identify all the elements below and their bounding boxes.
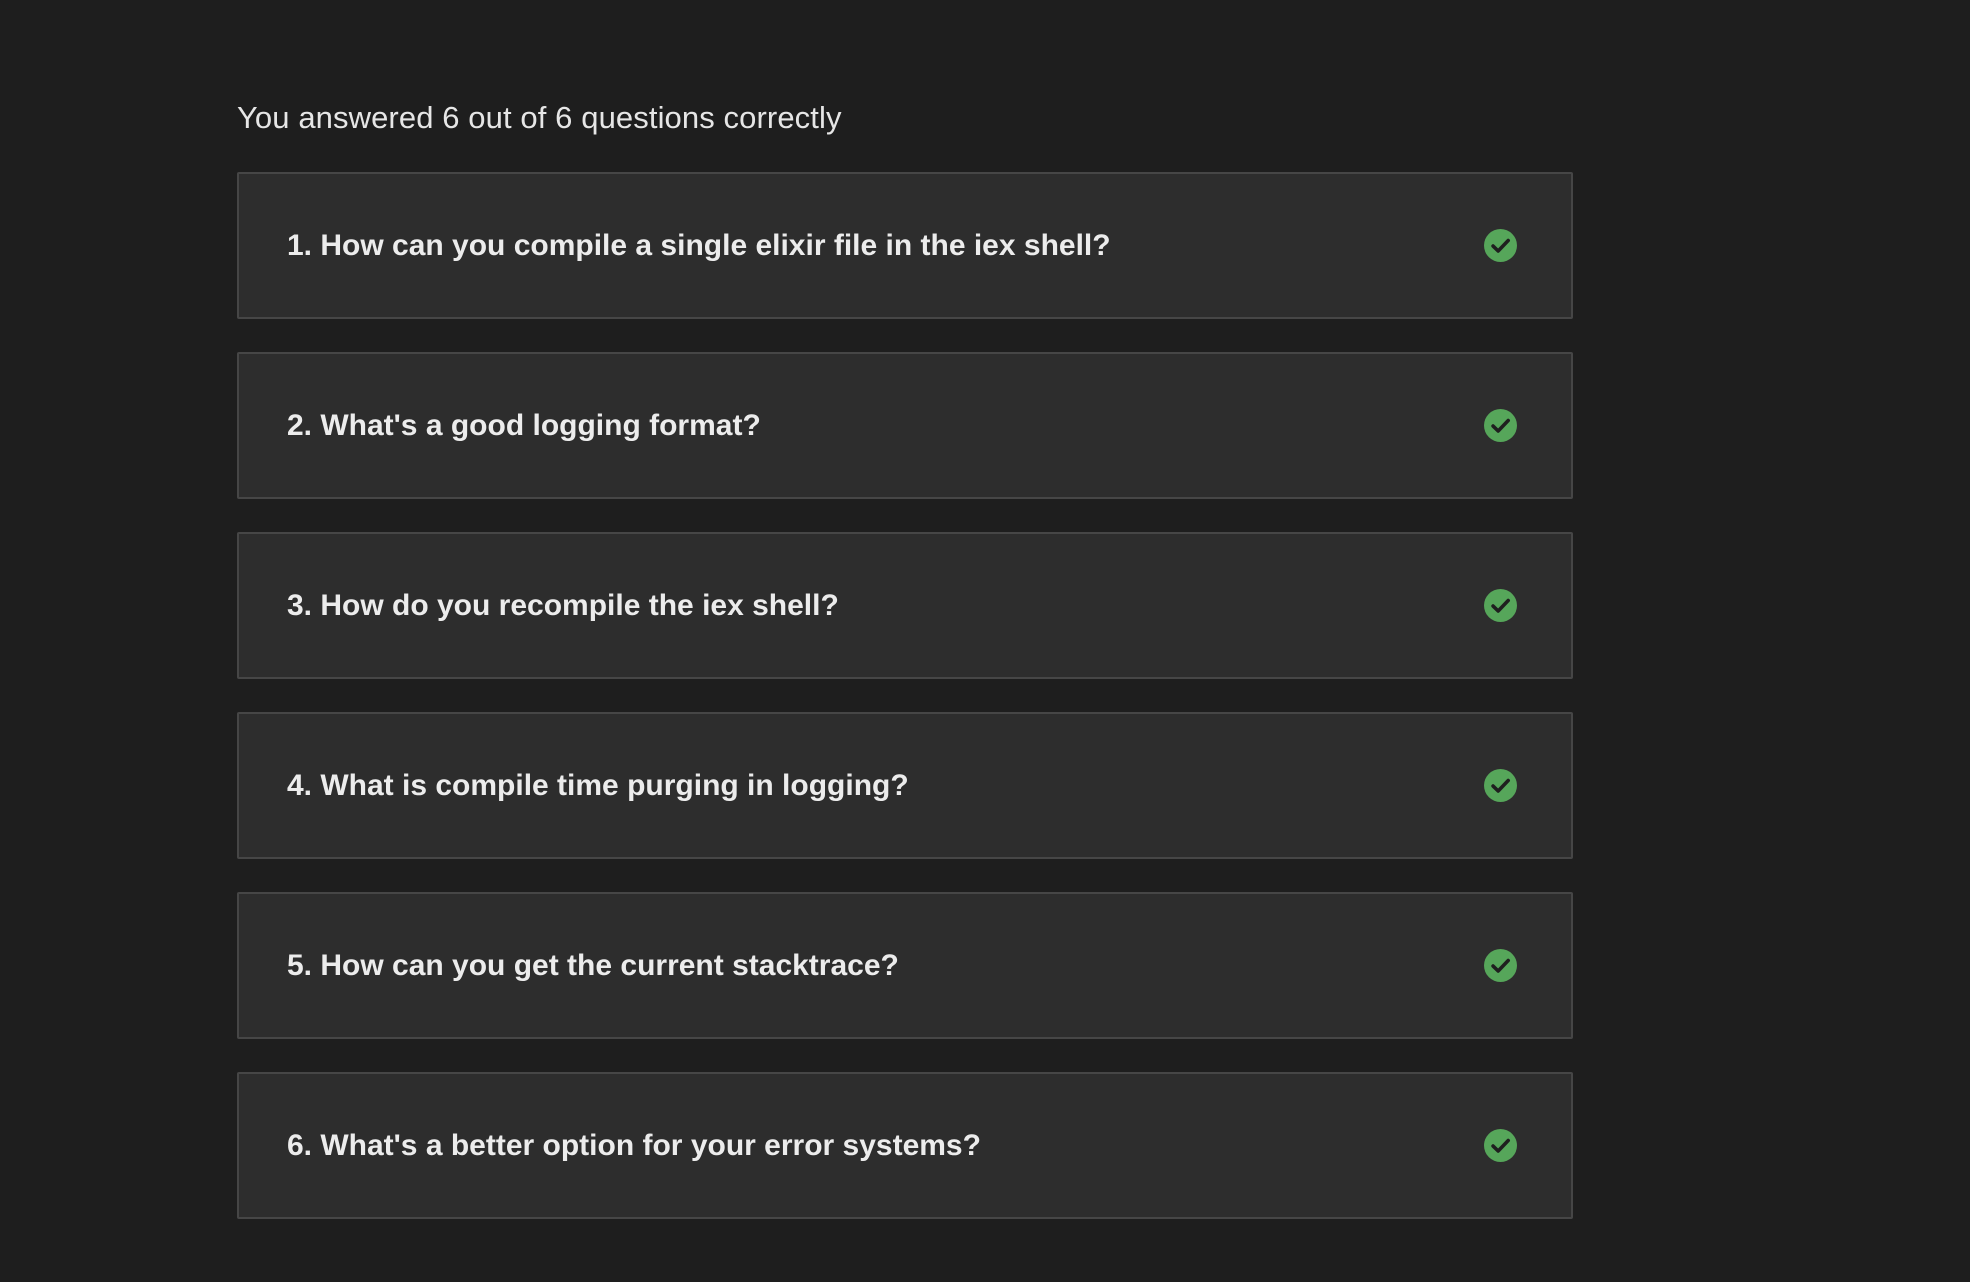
question-item-2[interactable]: 2. What's a good logging format? (237, 352, 1573, 499)
question-list: 1. How can you compile a single elixir f… (237, 172, 1573, 1219)
question-item-4[interactable]: 4. What is compile time purging in loggi… (237, 712, 1573, 859)
check-circle-icon (1484, 229, 1517, 262)
question-text: 2. What's a good logging format? (287, 408, 761, 442)
check-circle-icon (1484, 769, 1517, 802)
check-circle-icon (1484, 409, 1517, 442)
question-item-1[interactable]: 1. How can you compile a single elixir f… (237, 172, 1573, 319)
question-text: 1. How can you compile a single elixir f… (287, 228, 1111, 262)
question-text: 3. How do you recompile the iex shell? (287, 588, 839, 622)
question-item-6[interactable]: 6. What's a better option for your error… (237, 1072, 1573, 1219)
question-text: 4. What is compile time purging in loggi… (287, 768, 909, 802)
check-circle-icon (1484, 949, 1517, 982)
question-item-3[interactable]: 3. How do you recompile the iex shell? (237, 532, 1573, 679)
question-item-5[interactable]: 5. How can you get the current stacktrac… (237, 892, 1573, 1039)
quiz-results: You answered 6 out of 6 questions correc… (237, 0, 1573, 1252)
check-circle-icon (1484, 589, 1517, 622)
check-circle-icon (1484, 1129, 1517, 1162)
score-summary: You answered 6 out of 6 questions correc… (237, 100, 842, 135)
question-text: 5. How can you get the current stacktrac… (287, 948, 899, 982)
question-text: 6. What's a better option for your error… (287, 1128, 981, 1162)
